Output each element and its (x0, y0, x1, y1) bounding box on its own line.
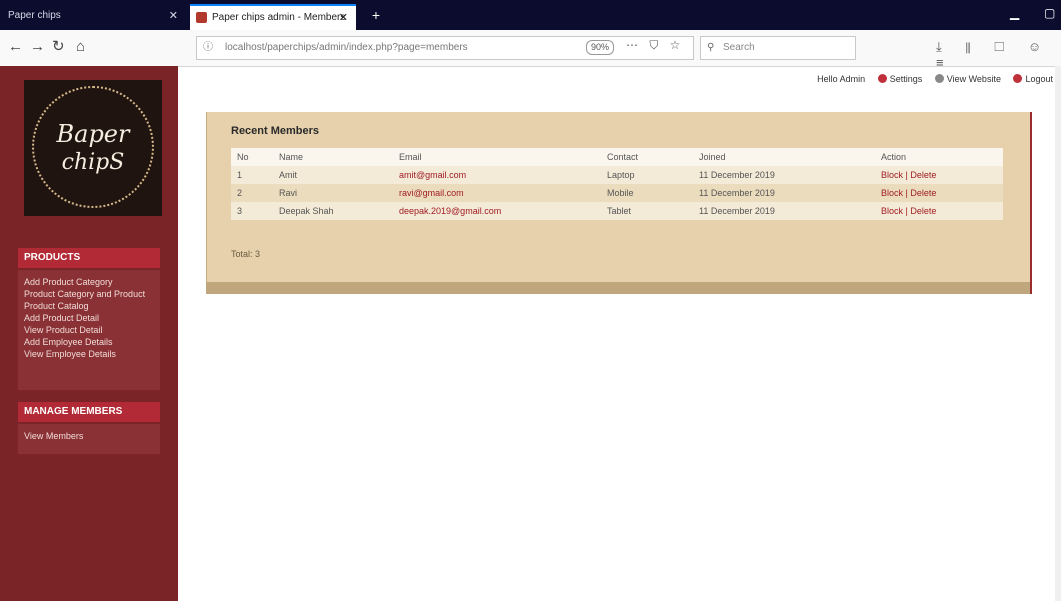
view-website-label: View Website (946, 74, 1001, 84)
admin-sidebar: Baper chipS PRODUCTS Add Product Categor… (0, 66, 178, 601)
members-table: No Name Email Contact Joined Action 1 Am… (231, 148, 1003, 220)
column-header-no: No (231, 148, 273, 166)
column-header-joined: Joined (693, 148, 875, 166)
favicon-icon (196, 12, 207, 23)
cell-contact: Mobile (601, 184, 693, 202)
tab-title: Paper chips admin - Members (212, 12, 346, 23)
menu-item-add-employee-details[interactable]: Add Employee Details (24, 336, 160, 348)
logout-link[interactable]: Logout (1013, 74, 1053, 84)
menu-item-add-product-category[interactable]: Add Product Category (24, 276, 160, 288)
reload-icon[interactable]: ↻ (52, 38, 65, 56)
logout-label: Logout (1025, 74, 1053, 84)
cell-name: Amit (273, 166, 393, 184)
browser-tab-strip: Paper chips ✕ Paper chips admin - Member… (0, 0, 1061, 30)
menu-item-product-category-and-product[interactable]: Product Category and Product (24, 288, 160, 300)
close-icon[interactable]: ✕ (339, 6, 348, 30)
zoom-level[interactable]: 90% (586, 40, 615, 55)
admin-top-links: Hello Admin Settings View Website Logout (807, 74, 1053, 84)
view-website-link[interactable]: View Website (934, 74, 1001, 84)
cell-no: 3 (231, 202, 273, 220)
members-panel-menu: View Members (18, 424, 160, 454)
table-footer-note: Total: 3 (231, 249, 261, 259)
globe-icon (934, 74, 944, 83)
cell-contact: Laptop (601, 166, 693, 184)
table-header-row: No Name Email Contact Joined Action (231, 148, 1003, 166)
products-panel-menu: Add Product Category Product Category an… (18, 270, 160, 390)
site-info-icon[interactable]: ⓘ (203, 37, 213, 59)
settings-link[interactable]: Settings (877, 74, 923, 84)
logo-text-line2: chipS (61, 150, 125, 175)
cell-no: 1 (231, 166, 273, 184)
greeting-link[interactable]: Hello Admin (817, 74, 865, 84)
cell-email-link[interactable]: deepak.2019@gmail.com (393, 202, 601, 220)
cell-email-link[interactable]: ravi@gmail.com (393, 184, 601, 202)
url-bar[interactable]: ⓘ localhost/paperchips/admin/index.php?p… (196, 36, 694, 60)
column-header-name: Name (273, 148, 393, 166)
menu-item-product-catalog[interactable]: Product Catalog (24, 300, 160, 312)
new-tab-button[interactable]: + (366, 4, 386, 28)
search-icon: ⚲ (707, 42, 715, 53)
back-icon[interactable]: ← (8, 38, 23, 56)
panel-title: Recent Members (231, 125, 320, 137)
cell-contact: Tablet (601, 202, 693, 220)
block-delete-actions[interactable]: Block | Delete (875, 184, 1003, 202)
column-header-email: Email (393, 148, 601, 166)
recent-members-panel: Recent Members No Name Email Contact Joi… (206, 112, 1032, 294)
logo-text-line1: Baper (56, 120, 130, 148)
block-delete-actions[interactable]: Block | Delete (875, 166, 1003, 184)
minimize-icon[interactable]: ▁ (1010, 6, 1019, 20)
page-scrollbar[interactable] (1055, 66, 1061, 601)
cell-name: Deepak Shah (273, 202, 393, 220)
browser-nav-bar: ← → ↻ ⌂ ⓘ localhost/paperchips/admin/ind… (0, 30, 1061, 70)
search-placeholder: Search (723, 42, 755, 53)
power-icon (1013, 74, 1023, 83)
cell-name: Ravi (273, 184, 393, 202)
settings-icon (877, 74, 887, 83)
cell-email-link[interactable]: amit@gmail.com (393, 166, 601, 184)
cell-joined: 11 December 2019 (693, 184, 875, 202)
tab-title: Paper chips (8, 10, 61, 21)
menu-item-view-members[interactable]: View Members (24, 430, 160, 442)
toolbar-icons[interactable]: ⤓ ⫴ ☐ ☺ ≡ (936, 39, 1061, 70)
url-text: localhost/paperchips/admin/index.php?pag… (225, 42, 468, 53)
cell-joined: 11 December 2019 (693, 202, 875, 220)
cell-joined: 11 December 2019 (693, 166, 875, 184)
page-actions-icon[interactable]: ⋯ ⛉ ☆ (626, 38, 684, 53)
panel-footer-bar (206, 282, 1032, 294)
table-row: 3 Deepak Shah deepak.2019@gmail.com Tabl… (231, 202, 1003, 220)
brand-logo: Baper chipS (24, 80, 162, 216)
block-delete-actions[interactable]: Block | Delete (875, 202, 1003, 220)
maximize-icon[interactable]: ▢ (1044, 6, 1055, 20)
menu-item-view-employee-details[interactable]: View Employee Details (24, 348, 160, 360)
cell-no: 2 (231, 184, 273, 202)
table-row: 1 Amit amit@gmail.com Laptop 11 December… (231, 166, 1003, 184)
settings-label: Settings (889, 74, 923, 84)
products-panel-heading[interactable]: PRODUCTS (18, 248, 160, 268)
close-icon[interactable]: ✕ (169, 4, 178, 28)
forward-icon[interactable]: → (30, 38, 45, 56)
table-row: 2 Ravi ravi@gmail.com Mobile 11 December… (231, 184, 1003, 202)
browser-tab-inactive[interactable]: Paper chips ✕ (0, 4, 186, 30)
menu-item-add-product-detail[interactable]: Add Product Detail (24, 312, 160, 324)
column-header-action: Action (875, 148, 1003, 166)
search-input[interactable]: ⚲ Search (700, 36, 856, 60)
members-panel-heading[interactable]: MANAGE MEMBERS (18, 402, 160, 422)
browser-tab-active[interactable]: Paper chips admin - Members ✕ (190, 4, 356, 30)
column-header-contact: Contact (601, 148, 693, 166)
home-icon[interactable]: ⌂ (76, 38, 85, 56)
menu-item-view-product-detail[interactable]: View Product Detail (24, 324, 160, 336)
